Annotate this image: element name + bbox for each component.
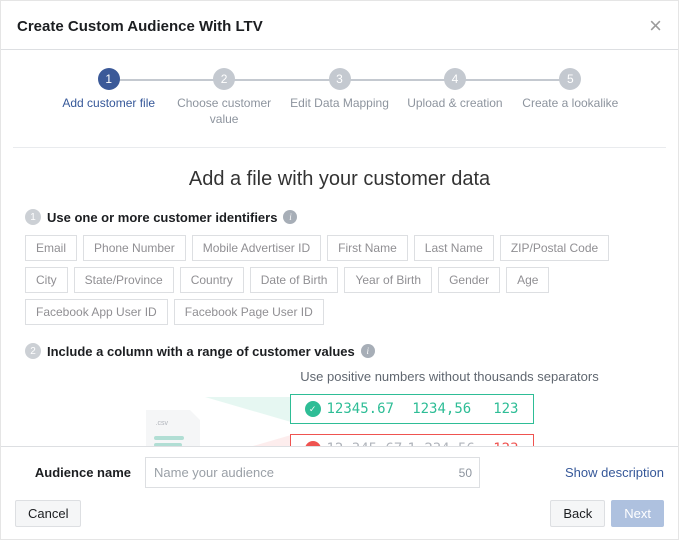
step-add-customer-file[interactable]: 1 Add customer file	[51, 68, 166, 112]
chip-year-of-birth[interactable]: Year of Birth	[344, 267, 432, 293]
format-hint: Use positive numbers without thousands s…	[245, 369, 654, 384]
dialog-footer: Audience name 50 Show description Cancel…	[1, 446, 678, 539]
step-choose-customer-value[interactable]: 2 Choose customer value	[166, 68, 281, 127]
section-title: Include a column with a range of custome…	[47, 344, 355, 359]
audience-name-label: Audience name	[15, 465, 145, 480]
error-icon: ✕	[305, 441, 321, 446]
section-header: 1 Use one or more customer identifiers i	[25, 209, 654, 225]
section-number: 2	[25, 343, 41, 359]
cancel-button[interactable]: Cancel	[15, 500, 81, 527]
example-row-valid: ✓ 12345.67 1234,56 123	[290, 394, 534, 424]
step-number: 4	[444, 68, 466, 90]
show-description-link[interactable]: Show description	[565, 465, 664, 480]
next-button[interactable]: Next	[611, 500, 664, 527]
chip-zip-postal-code[interactable]: ZIP/Postal Code	[500, 235, 609, 261]
section-title: Use one or more customer identifiers	[47, 210, 277, 225]
file-extension-label: .csv	[156, 420, 168, 427]
step-label: Edit Data Mapping	[290, 96, 389, 112]
characters-remaining: 50	[459, 466, 472, 480]
step-connector	[340, 79, 455, 81]
page-heading: Add a file with your customer data	[1, 168, 678, 191]
section-header: 2 Include a column with a range of custo…	[25, 343, 654, 359]
chip-facebook-app-user-id[interactable]: Facebook App User ID	[25, 299, 168, 325]
step-connector	[455, 79, 570, 81]
step-label: Create a lookalike	[522, 96, 618, 112]
step-label: Add customer file	[62, 96, 155, 112]
step-number: 2	[213, 68, 235, 90]
back-button[interactable]: Back	[550, 500, 605, 527]
step-label: Choose customer value	[169, 96, 279, 127]
step-connector	[109, 79, 224, 81]
dialog-title: Create Custom Audience With LTV	[17, 18, 263, 35]
step-create-lookalike[interactable]: 5 Create a lookalike	[513, 68, 628, 112]
step-upload-creation[interactable]: 4 Upload & creation	[397, 68, 512, 112]
button-row: Cancel Back Next	[15, 500, 664, 527]
step-number: 3	[329, 68, 351, 90]
example-value: 123	[474, 401, 519, 417]
step-label: Upload & creation	[407, 96, 502, 112]
info-icon[interactable]: i	[361, 344, 375, 358]
example-row-invalid: ✕ 12,345.67 1.234,56 -123	[290, 434, 534, 446]
check-icon: ✓	[305, 401, 321, 417]
chip-age[interactable]: Age	[506, 267, 549, 293]
example-value: 1234,56	[410, 401, 474, 417]
example-value: 12,345.67	[327, 441, 408, 446]
chip-city[interactable]: City	[25, 267, 68, 293]
section-identifiers: 1 Use one or more customer identifiers i…	[1, 209, 678, 325]
example-value: 1.234,56	[407, 441, 474, 446]
dialog: Create Custom Audience With LTV × 1 Add …	[0, 0, 679, 540]
chip-mobile-advertiser-id[interactable]: Mobile Advertiser ID	[192, 235, 321, 261]
section-customer-values: 2 Include a column with a range of custo…	[1, 343, 678, 446]
chip-phone-number[interactable]: Phone Number	[83, 235, 186, 261]
chip-gender[interactable]: Gender	[438, 267, 500, 293]
step-connector	[224, 79, 339, 81]
chip-email[interactable]: Email	[25, 235, 77, 261]
step-edit-data-mapping[interactable]: 3 Edit Data Mapping	[282, 68, 397, 112]
chip-state-province[interactable]: State/Province	[74, 267, 174, 293]
dialog-header: Create Custom Audience With LTV ×	[1, 1, 678, 50]
close-icon[interactable]: ×	[649, 15, 662, 37]
audience-name-input[interactable]	[145, 457, 480, 488]
dialog-body[interactable]: 1 Add customer file 2 Choose customer va…	[1, 50, 678, 446]
chip-facebook-page-user-id[interactable]: Facebook Page User ID	[174, 299, 324, 325]
step-number: 1	[98, 68, 120, 90]
audience-name-input-wrap: 50	[145, 457, 480, 488]
section-number: 1	[25, 209, 41, 225]
example-rows: ✓ 12345.67 1234,56 123 ✕ 12,345.67 1.234…	[290, 394, 534, 446]
step-number: 5	[559, 68, 581, 90]
identifier-chips: Email Phone Number Mobile Advertiser ID …	[25, 235, 654, 325]
audience-name-row: Audience name 50 Show description	[15, 457, 664, 488]
example-value: 12345.67	[327, 401, 410, 417]
csv-file-icon: .csv	[146, 410, 200, 446]
chip-country[interactable]: Country	[180, 267, 244, 293]
stepper: 1 Add customer file 2 Choose customer va…	[13, 50, 666, 148]
chip-last-name[interactable]: Last Name	[414, 235, 494, 261]
chip-first-name[interactable]: First Name	[327, 235, 408, 261]
example-value: -123	[475, 441, 519, 446]
format-examples: .csv ✓ 12345.67 1234,56 123 ✕ 12,345.67 …	[25, 394, 654, 446]
info-icon[interactable]: i	[283, 210, 297, 224]
chip-date-of-birth[interactable]: Date of Birth	[250, 267, 339, 293]
